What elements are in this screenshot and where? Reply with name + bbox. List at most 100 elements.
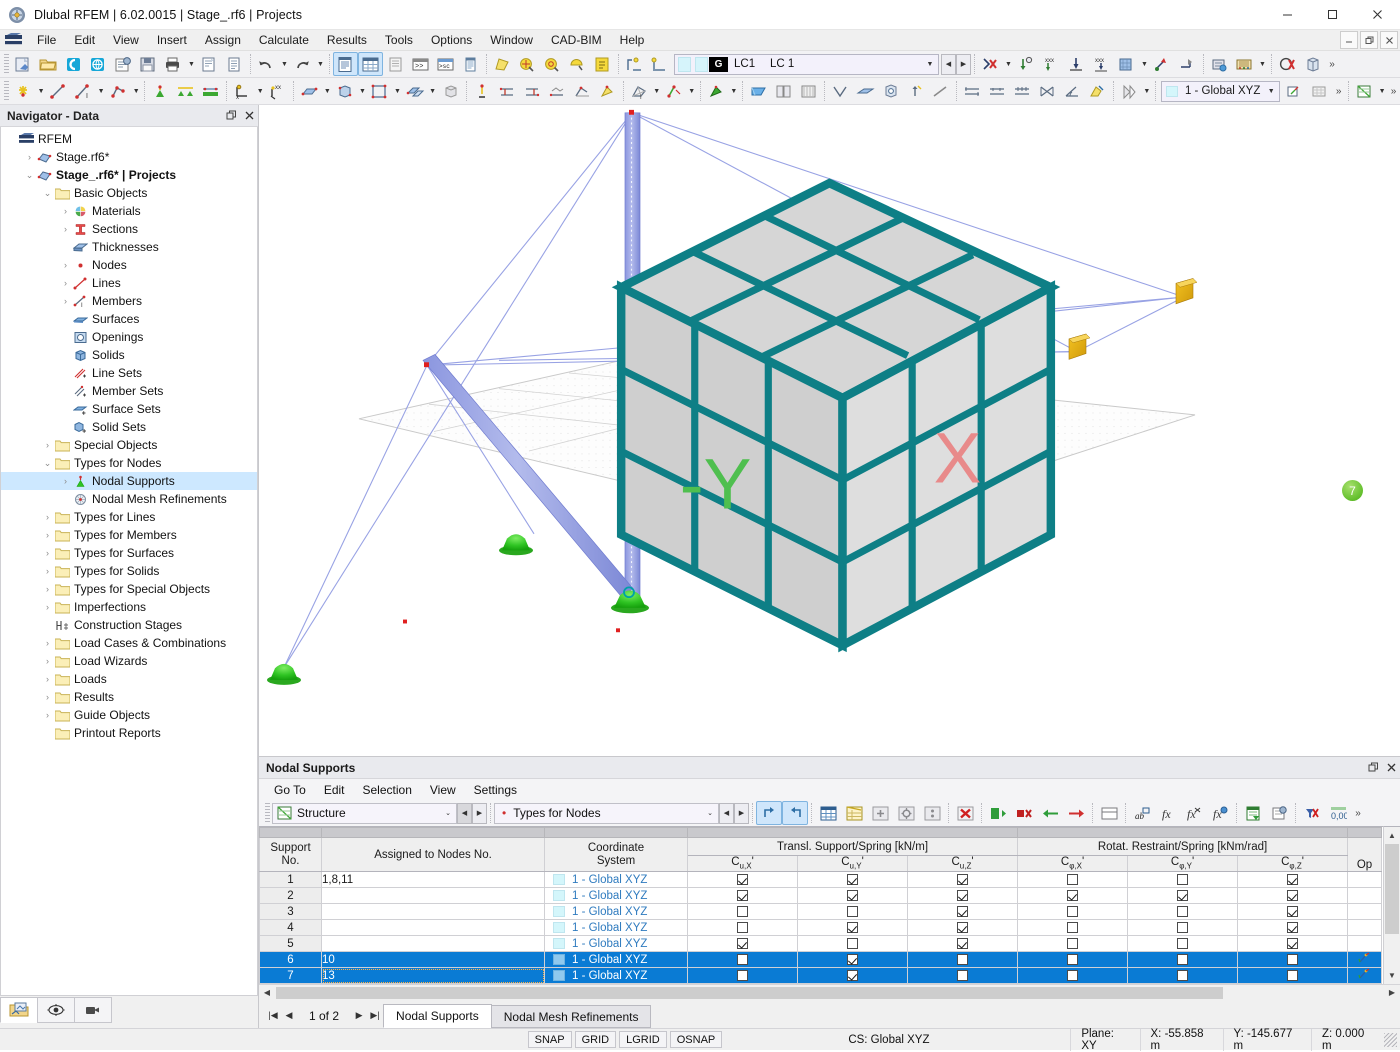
navigator-item-types-for-surfaces[interactable]: ›Types for Surfaces [1,544,257,562]
status-toggle-osnap[interactable]: OSNAP [670,1031,723,1048]
cell-checkbox-cpy[interactable] [1128,888,1238,904]
expand-collapse-down-icon[interactable]: ⌄ [41,187,54,200]
checkbox-cpx[interactable] [1067,938,1078,949]
checkbox-cpz[interactable] [1287,922,1298,933]
section-caret-icon[interactable]: ▼ [687,79,697,103]
cell-checkbox-cuz[interactable] [908,936,1018,952]
redo-table-icon[interactable] [782,801,808,825]
cell-checkbox-cuy[interactable] [798,920,908,936]
new-surface-caret-icon[interactable]: ▼ [322,79,332,103]
cell-checkbox-cux[interactable] [688,920,798,936]
member-load-xxx-icon[interactable]: xxx [1089,52,1114,76]
menu-results[interactable]: Results [318,30,376,50]
view-navigation-cube[interactable]: -Y X [259,105,1400,756]
cell-coordinate-system[interactable]: 1 - Global XYZ [545,936,688,952]
navigator-item-solids[interactable]: Solids [1,346,257,364]
expand-collapse-right-icon[interactable]: › [41,511,54,524]
navigator-item-types-for-members[interactable]: ›Types for Members [1,526,257,544]
save-icon[interactable] [136,52,161,76]
cell-checkbox-cuy[interactable] [798,904,908,920]
menu-tools[interactable]: Tools [376,30,422,50]
cell-checkbox-cpz[interactable] [1238,920,1348,936]
expand-collapse-right-icon[interactable]: › [41,709,54,722]
checkbox-cpy[interactable] [1177,874,1188,885]
table-menu-selection[interactable]: Selection [354,782,421,798]
cell-support-no[interactable]: 6 [260,952,322,968]
cell-options[interactable] [1348,968,1382,984]
table-icon[interactable] [358,52,383,76]
grid-blue-icon[interactable] [815,801,841,825]
pager-next-button[interactable]: ▶ [351,1004,367,1026]
console-icon[interactable]: >> [408,52,433,76]
cell-checkbox-cuy[interactable] [798,936,908,952]
cell-coordinate-system[interactable]: 1 - Global XYZ [545,952,688,968]
table-row[interactable]: 6101 - Global XYZ [260,952,1382,968]
navigator-item-printout-reports[interactable]: Printout Reports [1,724,257,742]
navigator-item-materials[interactable]: ›Materials [1,202,257,220]
column-icon[interactable] [919,801,945,825]
checkbox-cpy[interactable] [1177,922,1188,933]
cell-checkbox-cpy[interactable] [1128,968,1238,984]
axes-icon[interactable] [1358,971,1371,983]
table-type-next-button[interactable]: ▶ [734,803,749,824]
line-release-icon[interactable] [878,79,903,103]
cell-support-no[interactable]: 4 [260,920,322,936]
navigator-item-members[interactable]: ›IMembers [1,292,257,310]
table-row[interactable]: 4 1 - Global XYZ [260,920,1382,936]
menu-options[interactable]: Options [422,30,481,50]
cell-coordinate-system[interactable]: 1 - Global XYZ [545,888,688,904]
cell-checkbox-cuz[interactable] [908,952,1018,968]
checkbox-cpx[interactable] [1067,970,1078,981]
member-hinge-xx-icon[interactable]: xx [265,79,290,103]
table-panel-close-button[interactable] [1382,759,1400,777]
calc-caret-icon[interactable]: ▼ [1257,52,1268,76]
navigator-item-types-for-nodes[interactable]: ⌄Types for Nodes [1,454,257,472]
view-props-icon[interactable] [590,52,615,76]
checkbox-cuy[interactable] [847,874,858,885]
cell-assigned-nodes[interactable]: 10 [322,952,545,968]
checkbox-cuy[interactable] [847,922,858,933]
delete-loads-caret-icon[interactable]: ▼ [1003,52,1014,76]
checkbox-cuz[interactable] [957,890,968,901]
rename-icon[interactable]: ab [1129,801,1155,825]
navigator-item-nodal-mesh-refinements[interactable]: Nodal Mesh Refinements [1,490,257,508]
new-solid-caret-icon[interactable]: ▼ [357,79,367,103]
mdi-minimize-button[interactable] [1340,31,1358,49]
cell-checkbox-cpy[interactable] [1128,920,1238,936]
cell-coordinate-system[interactable]: 1 - Global XYZ [545,872,688,888]
navigator-item-sections[interactable]: ›Sections [1,220,257,238]
cell-options[interactable] [1348,920,1382,936]
table-category-combobox[interactable]: Structure ⌄ [272,803,457,824]
render-icon[interactable] [490,52,515,76]
cell-coordinate-system[interactable]: 1 - Global XYZ [545,920,688,936]
cell-support-no[interactable]: 1 [260,872,322,888]
expand-collapse-right-icon[interactable]: › [41,637,54,650]
navigator-item-surface-sets[interactable]: Surface Sets [1,400,257,418]
navigator-item-rfem[interactable]: RFEM [1,130,257,148]
cell-options[interactable] [1348,936,1382,952]
window-close-button[interactable] [1355,0,1400,30]
result-diagram-icon[interactable] [704,79,729,103]
column-header-coordinate-system[interactable]: Coordinate System [545,838,688,872]
cell-checkbox-cuz[interactable] [908,968,1018,984]
navigator-item-special-objects[interactable]: ›Special Objects [1,436,257,454]
table-list-icon[interactable] [383,52,408,76]
export-green-icon[interactable] [985,801,1011,825]
new-node-icon[interactable] [11,79,36,103]
expand-collapse-right-icon[interactable]: › [41,439,54,452]
navigator-item-stage-rf6[interactable]: ›Stage.rf6* [1,148,257,166]
navigator-item-line-sets[interactable]: Line Sets [1,364,257,382]
scroll-down-arrow-icon[interactable]: ▼ [1384,967,1400,984]
coordinate-system-caret-icon[interactable]: ▼ [1263,88,1279,95]
menu-view[interactable]: View [104,30,148,50]
cell-checkbox-cux[interactable] [688,936,798,952]
cell-support-no[interactable]: 3 [260,904,322,920]
pan-icon[interactable] [565,52,590,76]
window-minimize-button[interactable] [1265,0,1310,30]
objects-toolbar-overflow2-icon[interactable]: » [1387,80,1400,102]
insert-row-icon[interactable] [867,801,893,825]
delete-red-icon[interactable] [952,801,978,825]
table-horizontal-scrollbar[interactable]: ◀ ▶ [259,984,1400,1000]
navigator-item-loads[interactable]: ›Loads [1,670,257,688]
checkbox-cuz[interactable] [957,906,968,917]
